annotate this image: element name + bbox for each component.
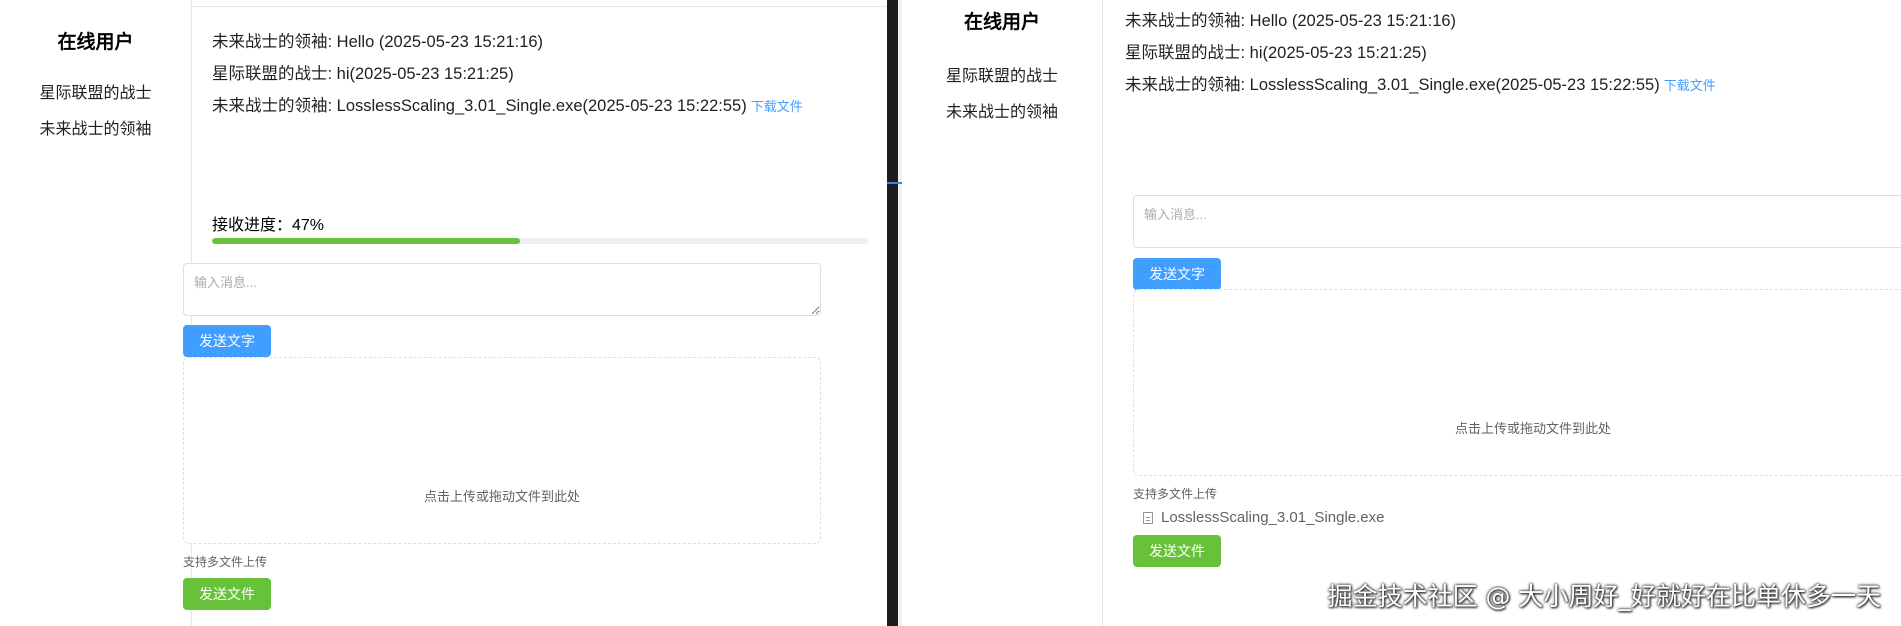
upload-tip: 支持多文件上传	[1133, 487, 1218, 501]
message-input[interactable]	[183, 263, 821, 316]
composer-area: 发送文字 点击上传或拖动文件到此处 支持多文件上传 发送文件	[173, 0, 873, 626]
send-text-button[interactable]: 发送文字	[1133, 258, 1221, 290]
send-text-button[interactable]: 发送文字	[183, 325, 271, 357]
user-item[interactable]: 未来战士的领袖	[0, 112, 191, 148]
send-file-button[interactable]: 发送文件	[183, 578, 271, 610]
right-chat-window: 在线用户 星际联盟的战士 未来战士的领袖 未来战士的领袖: Hello (202…	[902, 0, 1901, 626]
watermark: 掘金技术社区 @ 大小周好_好就好在比单休多一天	[1327, 582, 1881, 611]
online-users-sidebar: 在线用户 星际联盟的战士 未来战士的领袖	[902, 0, 1103, 626]
sidebar-title: 在线用户	[57, 32, 134, 53]
window-divider	[887, 0, 898, 626]
user-item[interactable]: 未来战士的领袖	[902, 95, 1102, 131]
user-item[interactable]: 星际联盟的战士	[902, 59, 1102, 95]
upload-tip: 支持多文件上传	[183, 555, 268, 569]
message-input[interactable]	[1133, 195, 1901, 248]
user-list: 星际联盟的战士 未来战士的领袖	[902, 59, 1102, 131]
selected-file-name: LosslessScaling_3.01_Single.exe	[1161, 509, 1385, 526]
file-dropzone[interactable]: 点击上传或拖动文件到此处	[183, 357, 821, 544]
left-chat-window: 在线用户 星际联盟的战士 未来战士的领袖 未来战士的领袖: Hello (202…	[0, 0, 887, 626]
user-list: 星际联盟的战士 未来战士的领袖	[0, 76, 191, 148]
send-file-button[interactable]: 发送文件	[1133, 535, 1221, 567]
dropzone-text: 点击上传或拖动文件到此处	[423, 489, 580, 504]
composer-area: 发送文字 点击上传或拖动文件到此处 支持多文件上传 LosslessScalin…	[1123, 0, 1901, 626]
selected-file-item[interactable]: LosslessScaling_3.01_Single.exe	[1143, 509, 1384, 526]
dropzone-text: 点击上传或拖动文件到此处	[1454, 421, 1611, 436]
online-users-sidebar: 在线用户 星际联盟的战士 未来战士的领袖	[0, 0, 192, 626]
user-item[interactable]: 星际联盟的战士	[0, 76, 191, 112]
file-dropzone[interactable]: 点击上传或拖动文件到此处	[1133, 289, 1901, 476]
sidebar-title: 在线用户	[963, 12, 1040, 33]
window-divider-accent	[887, 182, 902, 184]
document-icon	[1143, 511, 1153, 524]
